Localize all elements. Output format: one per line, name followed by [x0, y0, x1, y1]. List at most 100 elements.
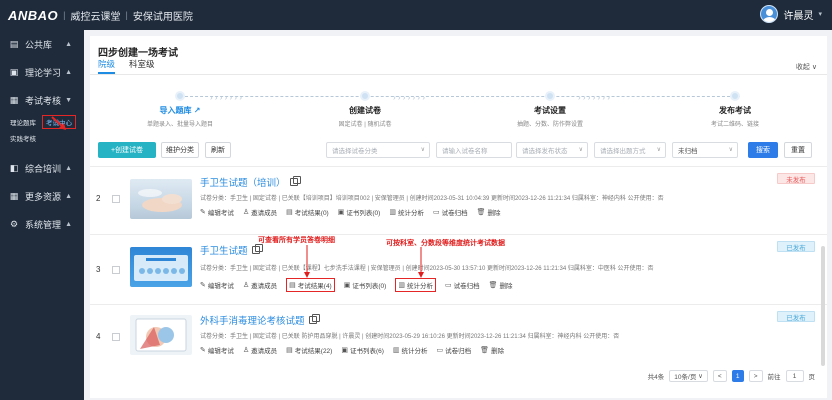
paper-meta: 试卷分类：手卫生 | 固定试卷 | 已关联 防护用品穿脱 | 许晨灵 | 创建时… [200, 334, 620, 340]
brand-name: 威控云课堂 [70, 11, 121, 23]
sidebar-item-public[interactable]: ▤ 公共库 ▲ [0, 30, 84, 58]
category-select[interactable]: 请选择试卷分类 ∨ [326, 142, 430, 158]
annotation-results: 可查看所有学员答卷明细 [258, 237, 335, 244]
edit-icon: ✎ [200, 282, 206, 289]
step-dot [360, 91, 370, 101]
red-arrow-annotation [51, 116, 66, 130]
exam-results-button[interactable]: ▤ 考试结果(22) [286, 345, 332, 355]
sidebar-subitem-question-bank[interactable]: 理论题库 [0, 114, 36, 130]
sidebar-item-training[interactable]: ◧ 综合培训 ▲ [0, 154, 84, 182]
trash-icon: 🗑 [480, 347, 490, 354]
next-page-button[interactable]: > [748, 370, 763, 382]
chevron-down-icon: ∨ [698, 373, 703, 380]
user-name: 许晨灵 [783, 10, 814, 22]
chevron-down-icon: ∨ [728, 147, 733, 153]
scrollbar[interactable] [821, 246, 825, 366]
paper-title[interactable]: 手卫生试题（培训） [200, 175, 301, 189]
sidebar-item-resources[interactable]: ▦ 更多资源 ▲ [0, 182, 84, 210]
row-checkbox[interactable] [112, 333, 120, 341]
sidebar-subitem-practice[interactable]: 实践考核 [0, 130, 84, 146]
delete-button[interactable]: 🗑 删除 [480, 345, 504, 355]
edit-exam-button[interactable]: ✎ 编辑考试 [200, 280, 234, 290]
edit-icon: ✎ [200, 347, 206, 354]
sidebar-item-system[interactable]: ⚙ 系统管理 ▲ [0, 210, 84, 238]
manage-category-button[interactable]: 维护分类 [161, 142, 199, 158]
step-create: 创建试卷 固定试卷 | 随机试卷 [285, 91, 445, 128]
row-index: 2 [96, 194, 101, 203]
step-desc: 考试二维码、链接 [710, 122, 759, 128]
share-icon: ↗ [193, 106, 201, 115]
status-select[interactable]: 请选择发布状态 ∨ [516, 142, 588, 158]
row-checkbox[interactable] [112, 266, 120, 274]
refresh-button[interactable]: 刷新 [205, 142, 231, 158]
tab-department[interactable]: 科室级 [129, 58, 155, 74]
row-checkbox[interactable] [112, 195, 120, 203]
delete-button[interactable]: 🗑 删除 [489, 280, 513, 290]
list-item: 4 外科手消毒理论考核试题 试卷分类：手卫生 | 固定试卷 | 已关联 防护用品… [90, 304, 827, 366]
invite-members-button[interactable]: ♙ 邀请成员 [243, 207, 277, 217]
paper-meta: 试卷分类：手卫生 | 固定试卷 | 已关联【培训项目】培训项目002 | 安保管… [200, 196, 664, 202]
row-index: 3 [96, 265, 101, 274]
tab-hospital[interactable]: 院级 [98, 58, 116, 74]
edit-exam-button[interactable]: ✎ 编辑考试 [200, 207, 234, 217]
archive-paper-button[interactable]: ▭ 试卷归档 [433, 207, 468, 217]
paper-thumbnail [130, 247, 192, 287]
create-paper-button[interactable]: +创建试卷 [98, 142, 156, 158]
sidebar-item-exam[interactable]: ▦ 考试考核 ▼ [0, 86, 84, 114]
archive-icon: ▭ [436, 347, 444, 354]
page-size-select[interactable]: 10条/页 ∨ [669, 370, 708, 382]
search-button[interactable]: 搜索 [748, 142, 778, 158]
toolbar: +创建试卷 维护分类 刷新 请选择试卷分类 ∨ 请输入试卷名称 请选择发布状态 ∨ … [98, 142, 819, 162]
statistics-button[interactable]: ▥ 统计分析 [395, 278, 436, 292]
step-link[interactable]: 导入题库 ↗ [100, 105, 260, 116]
tab-bar: 院级 科室级 [98, 58, 155, 74]
paper-title[interactable]: 外科手消毒理论考核试题 [200, 313, 320, 327]
annotation-arrow [418, 247, 424, 278]
reset-button[interactable]: 重置 [784, 142, 812, 158]
statistics-button[interactable]: ▥ 统计分析 [389, 207, 424, 217]
archive-paper-button[interactable]: ▭ 试卷归档 [445, 280, 480, 290]
training-icon: ◧ [9, 162, 19, 173]
grid-icon: ▦ [9, 190, 19, 201]
exam-icon: ▦ [9, 94, 19, 105]
collapse-toggle[interactable]: 收起 ∨ [796, 62, 817, 72]
chevron-up-icon: ▲ [65, 220, 72, 228]
certificate-list-button[interactable]: ▣ 证书列表(0) [344, 280, 387, 290]
step-desc: 抽题、分数、防作弊设置 [516, 122, 583, 128]
copy-icon[interactable] [251, 244, 263, 254]
paper-title[interactable]: 手卫生试题 [200, 243, 263, 257]
certificate-list-button[interactable]: ▣ 证书列表(6) [341, 345, 384, 355]
statistics-button[interactable]: ▥ 统计分析 [393, 345, 428, 355]
step-publish: 发布考试 考试二维码、链接 [655, 91, 815, 128]
edit-exam-button[interactable]: ✎ 编辑考试 [200, 345, 234, 355]
paper-thumbnail [130, 179, 192, 219]
paper-name-input[interactable]: 请输入试卷名称 [436, 142, 512, 158]
step-settings: 考试设置 抽题、分数、防作弊设置 [470, 91, 630, 128]
status-badge: 已发布 [777, 241, 815, 252]
certificate-list-button[interactable]: ▣ 证书列表(0) [338, 207, 381, 217]
step-import: 导入题库 ↗ 单题录入、批量导入题目 [100, 91, 260, 128]
prev-page-button[interactable]: < [712, 370, 727, 382]
briefcase-icon: ▤ [9, 38, 19, 49]
archive-paper-button[interactable]: ▭ 试卷归档 [437, 345, 472, 355]
bar-chart-icon: ▥ [398, 282, 405, 289]
user-menu[interactable]: 许晨灵 ▾ [760, 5, 822, 23]
invite-members-button[interactable]: ♙ 邀请成员 [243, 345, 277, 355]
bar-chart-icon: ▥ [392, 347, 400, 354]
question-mode-select[interactable]: 请选择出题方式 ∨ [594, 142, 666, 158]
invite-members-button[interactable]: ♙ 邀请成员 [243, 280, 277, 290]
exam-results-button[interactable]: ▤ 考试结果(4) [286, 278, 335, 292]
exam-results-button[interactable]: ▤ 考试结果(0) [286, 207, 329, 217]
sidebar-item-label: 综合培训 [25, 163, 62, 174]
copy-icon[interactable] [289, 176, 301, 186]
page-unit-label: 页 [808, 374, 816, 381]
goto-page-input[interactable]: 1 [785, 370, 804, 382]
copy-icon[interactable] [308, 314, 320, 324]
chevron-down-icon: ▾ [818, 11, 822, 18]
sidebar-item-label: 公共库 [25, 39, 53, 50]
paper-meta: 试卷分类：手卫生 | 固定试卷 | 已关联【课程】七步洗手法课程 | 安保管理员… [200, 266, 654, 272]
delete-button[interactable]: 🗑 删除 [477, 207, 501, 217]
sidebar-item-theory[interactable]: ▣ 理论学习 ▲ [0, 58, 84, 86]
archive-select[interactable]: 未归档 ∨ [672, 142, 738, 158]
page-1-button[interactable]: 1 [731, 370, 744, 382]
